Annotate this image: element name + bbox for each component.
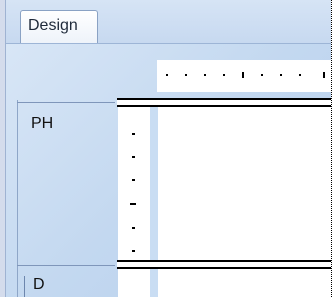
report-designer-panel: Design PH D xyxy=(0,0,331,297)
tab-strip: Design xyxy=(6,0,331,44)
page-header-canvas[interactable] xyxy=(158,107,331,260)
vertical-ruler-detail[interactable] xyxy=(118,269,150,297)
vertical-ruler[interactable] xyxy=(118,107,150,260)
tab-design[interactable]: Design xyxy=(20,10,98,43)
vertical-ruler-ticks xyxy=(130,133,136,252)
detail-canvas[interactable] xyxy=(158,269,331,297)
horizontal-ruler[interactable] xyxy=(157,60,331,92)
page-header-section-label[interactable]: PH xyxy=(31,115,53,133)
ruler-ticks xyxy=(166,72,325,78)
section-divider-detail xyxy=(17,265,115,266)
section-divider xyxy=(17,102,115,103)
detail-section-label[interactable]: D xyxy=(24,276,45,297)
window-edge-dotted xyxy=(331,0,335,297)
detail-section-bar[interactable] xyxy=(117,260,331,269)
page-header-section-bar[interactable] xyxy=(117,98,331,107)
